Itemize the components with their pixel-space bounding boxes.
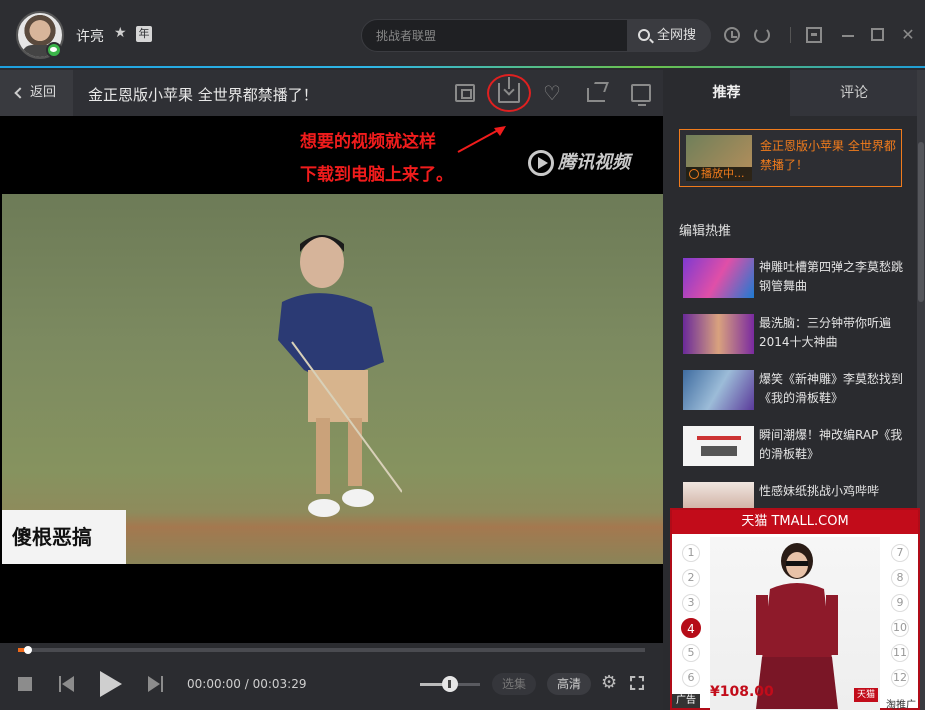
top-bar: 许亮 ★ 年 全网搜 ✕: [0, 0, 925, 68]
ad-slide-number[interactable]: 6: [682, 669, 700, 687]
tab-comment[interactable]: 评论: [790, 70, 918, 116]
tmall-advertisement[interactable]: 天猫 TMALL.COM 123456 7 8 9 10 11 12 ¥108.00 天猫…: [670, 508, 920, 710]
history-icon[interactable]: [724, 27, 740, 43]
play-button[interactable]: [100, 671, 122, 697]
ad-slide-number[interactable]: 4: [681, 618, 701, 638]
time-current: 00:00:00: [187, 677, 241, 691]
back-button-label: 返回: [30, 85, 57, 100]
ad-slide-number[interactable]: 3: [682, 594, 700, 612]
ad-label: 广告: [672, 694, 700, 708]
picture-in-picture-icon[interactable]: [455, 84, 475, 102]
ad-slide-number[interactable]: 9: [891, 594, 909, 612]
now-playing-title: 金正恩版小苹果 全世界都禁播了！: [760, 139, 896, 172]
video-title-bar: 返回 金正恩版小苹果 全世界都禁播了！ ♡: [0, 70, 663, 116]
list-item[interactable]: 神雕吐槽第四弹之李莫愁跳钢管舞曲: [683, 256, 913, 300]
now-playing-card[interactable]: 播放中... 金正恩版小苹果 全世界都禁播了！: [679, 129, 902, 187]
ad-price: ¥108.00: [710, 684, 774, 700]
item-title: 性感妹纸挑战小鸡哔哔: [759, 484, 880, 498]
mini-mode-icon[interactable]: [806, 27, 822, 43]
ad-slide-number[interactable]: 10: [891, 619, 909, 637]
item-title: 瞬间潮爆！神改编RAP《我的滑板鞋》: [759, 428, 903, 461]
item-thumbnail: [683, 370, 754, 410]
now-playing-thumbnail: 播放中...: [686, 135, 752, 181]
time-separator: /: [240, 677, 253, 691]
ad-slide-number[interactable]: 8: [891, 569, 909, 587]
annotation-text: 想要的视频就这样 下载到电脑上来了。: [300, 126, 453, 192]
ad-slide-number[interactable]: 2: [682, 569, 700, 587]
ad-promo-label[interactable]: 淘推广: [886, 696, 916, 710]
video-player[interactable]: 想要的视频就这样 下载到电脑上来了。 腾讯视频 傻根恶搞: [0, 116, 663, 643]
refresh-icon[interactable]: [754, 27, 770, 43]
section-title: 编辑热推: [679, 224, 732, 239]
chevron-left-icon: [14, 87, 26, 99]
ad-tmall-tag: 天猫: [854, 688, 878, 702]
year-vip-badge[interactable]: 年: [136, 26, 152, 42]
share-icon[interactable]: [587, 88, 605, 102]
ad-header: 天猫 TMALL.COM: [672, 510, 918, 534]
progress-knob[interactable]: [24, 646, 32, 654]
download-highlight-circle: [487, 74, 531, 112]
cast-to-screen-icon[interactable]: [631, 84, 651, 106]
next-button[interactable]: [148, 676, 164, 692]
back-button[interactable]: 返回: [0, 70, 73, 116]
video-watermark: 傻根恶搞: [2, 510, 126, 564]
video-title: 金正恩版小苹果 全世界都禁播了！: [88, 86, 318, 104]
video-frame: 傻根恶搞: [2, 194, 663, 564]
time-display: 00:00:00 / 00:03:29: [187, 677, 306, 691]
favorite-add-icon[interactable]: ♡: [543, 83, 563, 103]
quality-button[interactable]: 高清: [547, 673, 591, 695]
ad-slide-number[interactable]: 5: [682, 644, 700, 662]
ad-slide-number[interactable]: 7: [891, 544, 909, 562]
item-title: 神雕吐槽第四弹之李莫愁跳钢管舞曲: [759, 260, 904, 293]
search-box: 全网搜: [361, 19, 711, 52]
annotation-arrow: [457, 126, 506, 153]
username[interactable]: 许亮: [76, 26, 104, 46]
list-item[interactable]: 最洗脑：三分钟带你听遍2014十大神曲: [683, 312, 913, 356]
player-controls: 00:00:00 / 00:03:29 选集 高清 ⚙: [0, 643, 663, 710]
list-item[interactable]: 爆笑《新神雕》李莫愁找到《我的滑板鞋》: [683, 368, 913, 412]
panel-scroll-thumb[interactable]: [918, 142, 924, 302]
list-item[interactable]: 瞬间潮爆！神改编RAP《我的滑板鞋》: [683, 424, 913, 468]
progress-bar[interactable]: [18, 648, 645, 652]
annotation-line-2: 下载到电脑上来了。: [300, 165, 453, 185]
wechat-icon: [46, 42, 62, 58]
tencent-logo-text: 腾讯视频: [558, 152, 630, 173]
item-title: 爆笑《新神雕》李莫愁找到《我的滑板鞋》: [759, 372, 904, 405]
item-thumbnail: [683, 258, 754, 298]
previous-button[interactable]: [59, 676, 75, 692]
now-playing-badge: 播放中...: [686, 167, 752, 181]
tab-recommend[interactable]: 推荐: [663, 70, 790, 116]
annotation-line-1: 想要的视频就这样: [300, 132, 436, 152]
ad-slide-number[interactable]: 1: [682, 544, 700, 562]
item-thumbnail: [683, 426, 754, 466]
search-button[interactable]: 全网搜: [627, 20, 711, 51]
maximize-icon[interactable]: [871, 28, 884, 41]
search-icon: [638, 29, 650, 41]
item-title: 最洗脑：三分钟带你听遍2014十大神曲: [759, 316, 892, 349]
time-total: 00:03:29: [252, 677, 307, 691]
fullscreen-icon[interactable]: [630, 676, 644, 690]
item-thumbnail: [683, 314, 754, 354]
stop-button[interactable]: [18, 677, 32, 691]
toolbar-divider: [790, 27, 791, 43]
close-icon[interactable]: ✕: [900, 27, 916, 43]
ad-slide-number[interactable]: 12: [891, 669, 909, 687]
video-figure: [278, 235, 402, 517]
volume-knob[interactable]: [442, 676, 458, 692]
tencent-video-logo: 腾讯视频: [528, 148, 630, 176]
search-button-label: 全网搜: [657, 28, 697, 43]
vip-star-icon[interactable]: ★: [114, 25, 130, 41]
search-input[interactable]: [376, 27, 626, 45]
ad-slide-number[interactable]: 11: [891, 644, 909, 662]
minimize-icon[interactable]: [840, 27, 856, 43]
episode-button[interactable]: 选集: [492, 673, 536, 695]
tencent-play-icon: [528, 150, 554, 176]
gear-icon[interactable]: ⚙: [601, 674, 619, 692]
